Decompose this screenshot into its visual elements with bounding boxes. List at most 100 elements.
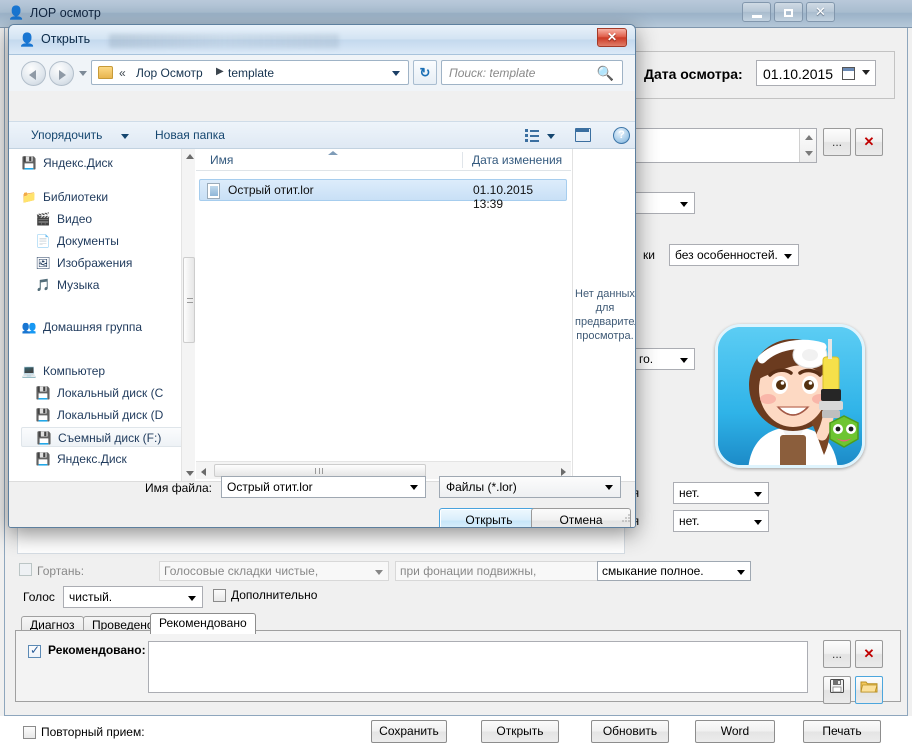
scrollbar-thumb[interactable]	[183, 257, 195, 343]
back-arrow-icon	[29, 70, 36, 80]
nav-item-documents[interactable]: 📄 Документы	[21, 231, 190, 251]
search-icon[interactable]: 🔍	[597, 65, 614, 82]
tab-recommended[interactable]: Рекомендовано	[150, 613, 256, 634]
minimize-button[interactable]	[742, 2, 771, 22]
browse-button-recommended[interactable]: ...	[823, 640, 851, 668]
sort-ascending-icon	[328, 151, 338, 155]
chevron-down-icon[interactable]	[121, 134, 129, 139]
avatar	[715, 324, 865, 468]
combo-r1[interactable]: нет.	[673, 482, 769, 504]
new-folder-button[interactable]: Новая папка	[155, 128, 225, 142]
nav-item-homegroup[interactable]: 👥 Домашняя группа	[21, 317, 190, 337]
larynx-field-3-value: смыкание полное.	[602, 564, 704, 578]
nav-item-yandex-disk-2[interactable]: 💾 Яндекс.Диск	[21, 449, 190, 469]
scroll-down-icon[interactable]	[805, 151, 813, 156]
chevron-down-icon	[680, 358, 688, 363]
save-template-button[interactable]	[823, 676, 851, 704]
combo-voice-value: чистый.	[69, 590, 113, 604]
preview-pane-icon[interactable]	[575, 128, 591, 142]
larynx-field-3[interactable]: смыкание полное.	[597, 561, 751, 581]
back-button[interactable]	[21, 61, 46, 86]
larynx-checkbox[interactable]	[19, 563, 32, 576]
filetype-combo[interactable]: Файлы (*.lor)	[439, 476, 621, 498]
notes-scrollbar[interactable]	[799, 129, 816, 162]
combo-unnamed-1[interactable]	[633, 192, 695, 214]
nav-item-removable-disk-f[interactable]: 💾 Съемный диск (F:)	[21, 427, 190, 447]
nav-item-local-disk-d[interactable]: 💾 Локальный диск (D	[21, 405, 190, 425]
recommended-checkbox[interactable]	[28, 643, 41, 658]
combo-other[interactable]: го.	[633, 348, 695, 370]
chevron-down-icon[interactable]	[862, 70, 870, 75]
recent-locations-icon[interactable]	[79, 71, 87, 76]
help-icon[interactable]: ?	[613, 127, 630, 144]
close-button[interactable]: ✕	[806, 2, 835, 22]
nav-item-label: Компьютер	[43, 364, 106, 378]
preview-pane: Нет данных для предварительного просмотр…	[572, 149, 635, 481]
calendar-icon	[842, 67, 855, 80]
maximize-button[interactable]	[774, 2, 803, 22]
dialog-open-button[interactable]: Открыть	[439, 508, 539, 527]
larynx-field-1[interactable]: Голосовые складки чистые,	[159, 561, 389, 581]
chevron-down-icon[interactable]	[392, 71, 400, 76]
nav-item-images[interactable]: 🖼 Изображения	[21, 253, 190, 273]
chevron-down-icon[interactable]	[547, 134, 555, 139]
print-button[interactable]: Печать	[803, 720, 881, 743]
additional-label: Дополнительно	[231, 588, 318, 602]
organize-menu[interactable]: Упорядочить	[31, 128, 102, 142]
clear-button-recommended[interactable]: ✕	[855, 640, 883, 668]
list-view-icon[interactable]	[525, 129, 539, 142]
chevron-down-icon[interactable]	[410, 485, 418, 490]
breadcrumb-segment-1[interactable]: Лор Осмотр	[136, 66, 203, 80]
filename-label: Имя файла:	[145, 481, 212, 495]
recommended-textarea[interactable]	[148, 641, 808, 693]
forward-button[interactable]	[49, 61, 74, 86]
address-bar[interactable]: « Лор Осмотр ▶ template	[91, 60, 409, 85]
scroll-up-icon[interactable]	[805, 135, 813, 140]
filename-input[interactable]: Острый отит.lor	[221, 476, 426, 498]
dialog-title: Открыть	[41, 32, 91, 46]
images-icon: 🖼	[35, 256, 51, 270]
navigation-pane-scrollbar[interactable]	[181, 149, 195, 481]
dialog-cancel-button[interactable]: Отмена	[531, 508, 631, 527]
nav-item-video[interactable]: 🎬 Видео	[21, 209, 190, 229]
open-button[interactable]: Открыть	[481, 720, 559, 743]
breadcrumb-segment-2[interactable]: template	[228, 66, 274, 80]
additional-checkbox[interactable]	[213, 589, 226, 602]
address-chevron[interactable]: «	[119, 66, 126, 80]
combo-feature[interactable]: без особенностей.	[669, 244, 799, 266]
column-header-modified[interactable]: Дата изменения	[472, 153, 562, 167]
browse-button-top[interactable]: ...	[823, 128, 851, 156]
nav-item-music[interactable]: 🎵 Музыка	[21, 275, 190, 295]
scroll-left-icon[interactable]	[201, 468, 206, 476]
search-input[interactable]: Поиск: template 🔍	[441, 60, 623, 85]
open-template-button[interactable]	[855, 676, 883, 704]
dialog-close-button[interactable]: ✕	[597, 28, 627, 47]
scroll-down-icon[interactable]	[186, 471, 194, 476]
notes-textarea[interactable]	[629, 128, 817, 163]
nav-item-local-disk-c[interactable]: 💾 Локальный диск (C	[21, 383, 190, 403]
resize-grip[interactable]	[621, 513, 631, 523]
chevron-down-icon	[784, 254, 792, 259]
combo-voice[interactable]: чистый.	[63, 586, 203, 608]
nav-item-libraries[interactable]: 📁 Библиотеки	[21, 187, 190, 207]
nav-item-yandex-disk-1[interactable]: 💾 Яндекс.Диск	[21, 153, 190, 173]
save-button[interactable]: Сохранить	[371, 720, 447, 743]
larynx-row: Гортань: Голосовые складки чистые, при ф…	[19, 561, 899, 581]
scroll-up-icon[interactable]	[186, 154, 194, 159]
refresh-button[interactable]: Обновить	[591, 720, 669, 743]
clear-button-top[interactable]: ✕	[855, 128, 883, 156]
combo-feature-value: без особенностей.	[675, 248, 778, 262]
combo-r2[interactable]: нет.	[673, 510, 769, 532]
nav-item-label: Локальный диск (D	[57, 408, 164, 422]
nav-item-computer[interactable]: 💻 Компьютер	[21, 361, 190, 381]
dialog-footer: Имя файла: Острый отит.lor Файлы (*.lor)…	[9, 476, 635, 527]
repeat-visit-checkbox[interactable]	[23, 726, 36, 739]
scroll-right-icon[interactable]	[561, 468, 566, 476]
file-list-row[interactable]: Острый отит.lor 01.10.2015 13:39	[199, 179, 567, 211]
disk-icon: 💾	[35, 452, 51, 466]
refresh-icon[interactable]: ↻	[413, 60, 437, 85]
exam-date-label: Дата осмотра:	[644, 66, 743, 82]
exam-date-input[interactable]: 01.10.2015	[756, 60, 876, 86]
column-header-name[interactable]: Имя	[210, 153, 233, 167]
word-export-button[interactable]: Word	[695, 720, 775, 743]
